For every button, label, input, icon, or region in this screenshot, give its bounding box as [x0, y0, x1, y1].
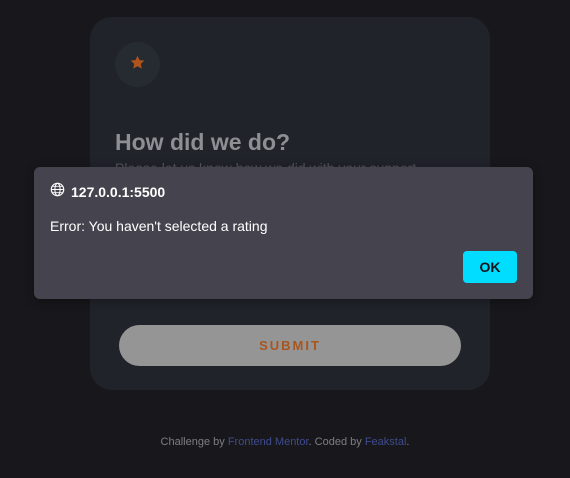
footer-prefix: Challenge by [160, 436, 228, 448]
attribution-footer: Challenge by Frontend Mentor. Coded by F… [0, 436, 570, 448]
frontend-mentor-link[interactable]: Frontend Mentor [228, 436, 309, 448]
star-icon [129, 54, 146, 75]
dialog-message: Error: You haven't selected a rating [50, 218, 268, 234]
page: How did we do? Please let us know how we… [0, 0, 570, 478]
submit-button[interactable]: SUBMIT [119, 325, 461, 366]
footer-middle: . Coded by [308, 436, 365, 448]
card-title: How did we do? [115, 129, 291, 155]
ok-button[interactable]: OK [463, 251, 517, 283]
globe-icon [50, 182, 65, 201]
dialog-origin-text: 127.0.0.1:5500 [71, 183, 166, 200]
footer-suffix: . [406, 436, 410, 448]
author-link[interactable]: Feakstal [365, 436, 407, 448]
alert-dialog: 127.0.0.1:5500 Error: You haven't select… [34, 167, 533, 299]
dialog-origin: 127.0.0.1:5500 [50, 182, 165, 201]
star-badge [115, 42, 160, 87]
